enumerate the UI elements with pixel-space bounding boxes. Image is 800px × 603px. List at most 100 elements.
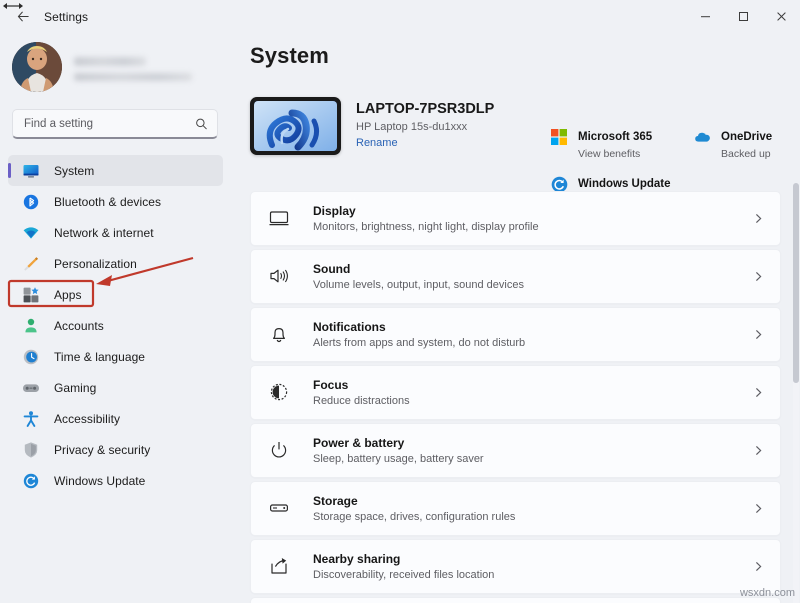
sidebar-item-label: Gaming: [54, 380, 97, 395]
status-card-microsoft-365[interactable]: Microsoft 365 View benefits: [550, 127, 657, 160]
accessibility-icon: [21, 409, 40, 428]
settings-row-text: Focus Reduce distractions: [313, 378, 752, 407]
speaker-icon: [268, 265, 292, 289]
settings-row-sub: Discoverability, received files location: [313, 569, 495, 581]
sidebar-item-privacy-security[interactable]: Privacy & security: [8, 434, 223, 465]
focus-icon: [268, 381, 292, 405]
settings-row-text: Power & battery Sleep, battery usage, ba…: [313, 436, 752, 465]
rename-link[interactable]: Rename: [356, 137, 398, 149]
settings-row-title: Display: [313, 204, 356, 218]
settings-row-title: Storage: [313, 494, 358, 508]
chevron-right-icon: [752, 328, 766, 342]
settings-row-multitasking[interactable]: Multitasking: [250, 597, 781, 603]
sidebar-item-label: Accounts: [54, 318, 104, 333]
sidebar-item-label: Bluetooth & devices: [54, 194, 162, 209]
chevron-right-icon: [752, 502, 766, 516]
monitor-outline-icon: [268, 207, 292, 231]
settings-row-sub: Monitors, brightness, night light, displ…: [313, 221, 539, 233]
device-model: HP Laptop 15s-du1xxx: [356, 121, 468, 133]
maximize-icon: [738, 12, 748, 21]
sidebar-item-gaming[interactable]: Gaming: [8, 372, 223, 403]
user-email-redacted: [74, 73, 192, 81]
settings-row-sub: Reduce distractions: [313, 395, 410, 407]
settings-row-text: Nearby sharing Discoverability, received…: [313, 552, 752, 581]
sidebar-item-label: Time & language: [54, 349, 146, 364]
settings-row-text: Notifications Alerts from apps and syste…: [313, 320, 752, 349]
sidebar-item-label: Windows Update: [54, 473, 146, 488]
settings-row-sub: Storage space, drives, configuration rul…: [313, 511, 516, 523]
user-identity: [74, 53, 192, 81]
chevron-right-icon: [752, 212, 766, 226]
search-area: [0, 95, 232, 139]
main-content: System LAPTOP-7PSR3DLP HP Laptop 15s-du1…: [232, 33, 800, 603]
gamepad-icon: [21, 378, 40, 397]
settings-row-display[interactable]: Display Monitors, brightness, night ligh…: [250, 191, 781, 246]
bluetooth-icon: [21, 192, 40, 211]
sidebar-item-bluetooth-devices[interactable]: Bluetooth & devices: [8, 186, 223, 217]
minimize-icon: [700, 16, 710, 18]
user-profile[interactable]: [0, 33, 232, 95]
close-button[interactable]: [762, 0, 800, 33]
status-card-onedrive[interactable]: OneDrive Backed up: [693, 127, 800, 160]
sidebar-item-label: Privacy & security: [54, 442, 151, 457]
status-title: OneDrive: [721, 131, 773, 143]
page-title: System: [250, 43, 329, 68]
user-name-redacted: [74, 57, 146, 66]
search-box[interactable]: [12, 109, 218, 139]
chevron-right-icon: [752, 444, 766, 458]
sidebar-item-windows-update[interactable]: Windows Update: [8, 465, 223, 496]
settings-row-text: Sound Volume levels, output, input, soun…: [313, 262, 752, 291]
sidebar-item-time-language[interactable]: Time & language: [8, 341, 223, 372]
clock-icon: [21, 347, 40, 366]
sidebar-item-system[interactable]: System: [8, 155, 223, 186]
monitor-icon: [21, 161, 40, 180]
share-icon: [268, 555, 292, 579]
avatar-image: [12, 42, 62, 92]
settings-row-power-battery[interactable]: Power & battery Sleep, battery usage, ba…: [250, 423, 781, 478]
wifi-icon: [21, 223, 40, 242]
microsoft-logo-icon: [550, 128, 570, 148]
watermark: wsxdn.com: [739, 587, 795, 599]
sidebar-item-apps[interactable]: Apps: [8, 279, 223, 310]
search-input[interactable]: [13, 117, 217, 130]
sidebar-item-accounts[interactable]: Accounts: [8, 310, 223, 341]
sidebar-nav: System Bluetooth & devices Network & int…: [0, 155, 232, 496]
chevron-right-icon: [752, 270, 766, 284]
power-icon: [268, 439, 292, 463]
paintbrush-icon: [21, 254, 40, 273]
settings-row-title: Sound: [313, 262, 351, 276]
shield-icon: [21, 440, 40, 459]
window-controls: [686, 0, 800, 33]
settings-row-title: Nearby sharing: [313, 552, 401, 566]
chevron-right-icon: [752, 386, 766, 400]
sidebar-item-label: Accessibility: [54, 411, 120, 426]
device-summary: LAPTOP-7PSR3DLP HP Laptop 15s-du1xxx Ren…: [250, 97, 494, 155]
status-text: OneDrive Backed up: [721, 127, 772, 160]
arrow-left-icon: [17, 11, 29, 22]
settings-row-sound[interactable]: Sound Volume levels, output, input, soun…: [250, 249, 781, 304]
sidebar-item-accessibility[interactable]: Accessibility: [8, 403, 223, 434]
sidebar: System Bluetooth & devices: [0, 33, 232, 603]
maximize-button[interactable]: [724, 0, 762, 33]
title-bar: Settings: [0, 0, 800, 33]
settings-row-title: Notifications: [313, 320, 386, 334]
settings-row-focus[interactable]: Focus Reduce distractions: [250, 365, 781, 420]
status-sub: Backed up: [721, 148, 771, 160]
sidebar-item-network-internet[interactable]: Network & internet: [8, 217, 223, 248]
device-name: LAPTOP-7PSR3DLP: [356, 101, 495, 117]
sync-icon: [21, 471, 40, 490]
settings-row-notifications[interactable]: Notifications Alerts from apps and syste…: [250, 307, 781, 362]
device-info: LAPTOP-7PSR3DLP HP Laptop 15s-du1xxx Ren…: [356, 101, 494, 151]
bell-icon: [268, 323, 292, 347]
device-hero: LAPTOP-7PSR3DLP HP Laptop 15s-du1xxx Ren…: [232, 77, 800, 207]
minimize-button[interactable]: [686, 0, 724, 33]
sidebar-item-personalization[interactable]: Personalization: [8, 248, 223, 279]
settings-row-nearby-sharing[interactable]: Nearby sharing Discoverability, received…: [250, 539, 781, 594]
drive-icon: [268, 497, 292, 521]
resize-cursor-artifact: [3, 3, 23, 9]
search-icon: [196, 118, 207, 129]
main-scrollbar[interactable]: [793, 183, 799, 603]
settings-row-storage[interactable]: Storage Storage space, drives, configura…: [250, 481, 781, 536]
scrollbar-thumb[interactable]: [793, 183, 799, 383]
settings-list: Display Monitors, brightness, night ligh…: [250, 191, 781, 603]
